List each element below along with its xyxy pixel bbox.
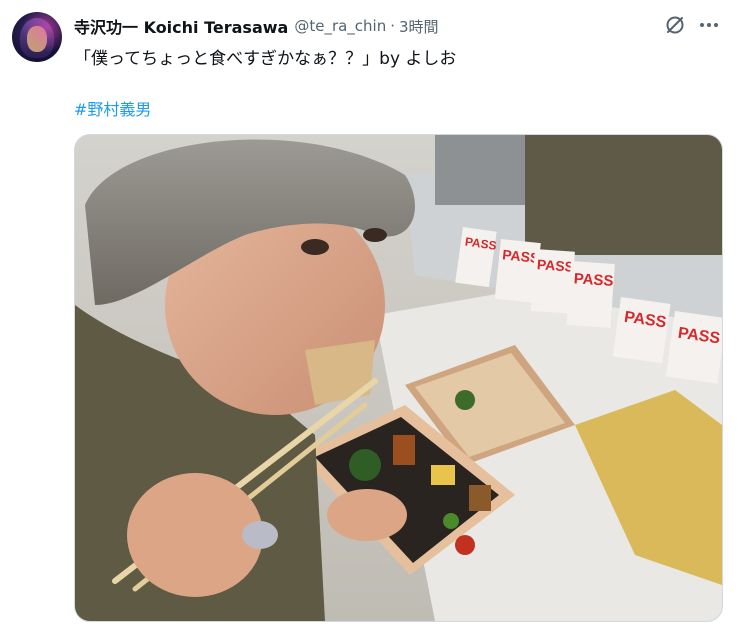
tweet-header: 寺沢功一 Koichi Terasawa @te_ra_chin · 3時間 xyxy=(74,14,439,38)
hashtag-link[interactable]: #野村義男 xyxy=(74,96,151,120)
author-handle[interactable]: @te_ra_chin xyxy=(294,17,386,35)
fish-piece xyxy=(305,340,375,405)
tweet-text: 「僕ってちょっと食べすぎかなぁ？？」by よしお xyxy=(74,49,457,69)
tweet-timestamp[interactable]: 3時間 xyxy=(399,16,439,37)
person-eye-left xyxy=(301,239,329,255)
pass-sign-text: PASS xyxy=(573,270,614,290)
ring xyxy=(242,521,278,549)
avatar-glow xyxy=(12,12,62,62)
tweet-photo[interactable]: PASS PASS PASS PASS PASS PASS xyxy=(74,134,723,622)
person-eye-right xyxy=(363,228,387,242)
person-hand-left xyxy=(327,489,407,541)
grok-slash-icon[interactable] xyxy=(664,14,686,36)
header-separator: · xyxy=(390,17,396,35)
more-dots-icon[interactable] xyxy=(697,14,721,36)
pass-sign-text: PASS xyxy=(536,256,574,275)
background-person xyxy=(525,135,722,255)
author-avatar[interactable] xyxy=(12,12,62,62)
photo-illustration: PASS PASS PASS PASS PASS PASS xyxy=(75,135,722,621)
tweet-card[interactable]: 寺沢功一 Koichi Terasawa @te_ra_chin · 3時間 「… xyxy=(0,0,737,635)
author-display-name[interactable]: 寺沢功一 Koichi Terasawa xyxy=(74,14,288,38)
